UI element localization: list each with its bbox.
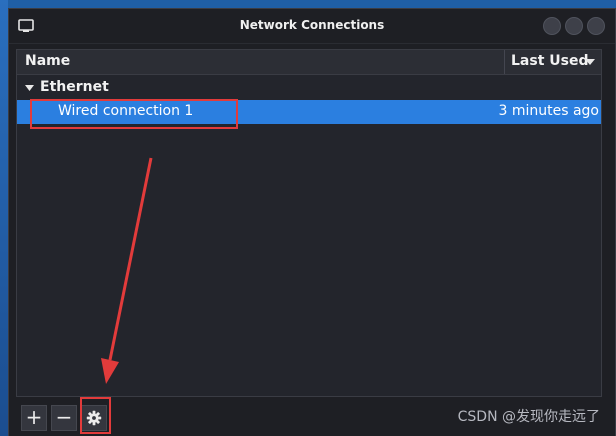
- watermark: CSDN @发现你走远了: [457, 409, 600, 425]
- group-ethernet[interactable]: Ethernet: [17, 76, 601, 100]
- column-divider: [504, 50, 505, 74]
- add-connection-button[interactable]: +: [21, 405, 47, 431]
- remove-connection-button[interactable]: −: [51, 405, 77, 431]
- title-bar: Network Connections: [9, 9, 615, 44]
- maximize-button[interactable]: [565, 17, 583, 35]
- gear-icon: [86, 410, 102, 426]
- desktop-background: [0, 0, 8, 436]
- column-header-last-used[interactable]: Last Used: [511, 53, 589, 69]
- column-header-name[interactable]: Name: [25, 53, 70, 69]
- network-connections-window: Network Connections Name Last Used Ether…: [8, 8, 616, 436]
- group-label: Ethernet: [40, 79, 109, 95]
- table-row[interactable]: Wired connection 1 3 minutes ago: [17, 100, 601, 124]
- expand-arrow-icon[interactable]: [25, 85, 34, 91]
- minimize-button[interactable]: [543, 17, 561, 35]
- window-title: Network Connections: [239, 18, 385, 32]
- connections-list[interactable]: Name Last Used Ethernet Wired connection…: [16, 49, 602, 397]
- sort-down-icon[interactable]: [585, 59, 595, 65]
- connection-name: Wired connection 1: [58, 103, 194, 119]
- close-button[interactable]: [587, 17, 605, 35]
- edit-connection-button[interactable]: [81, 405, 107, 431]
- connection-last-used: 3 minutes ago: [498, 103, 599, 119]
- list-header: Name Last Used: [17, 50, 601, 75]
